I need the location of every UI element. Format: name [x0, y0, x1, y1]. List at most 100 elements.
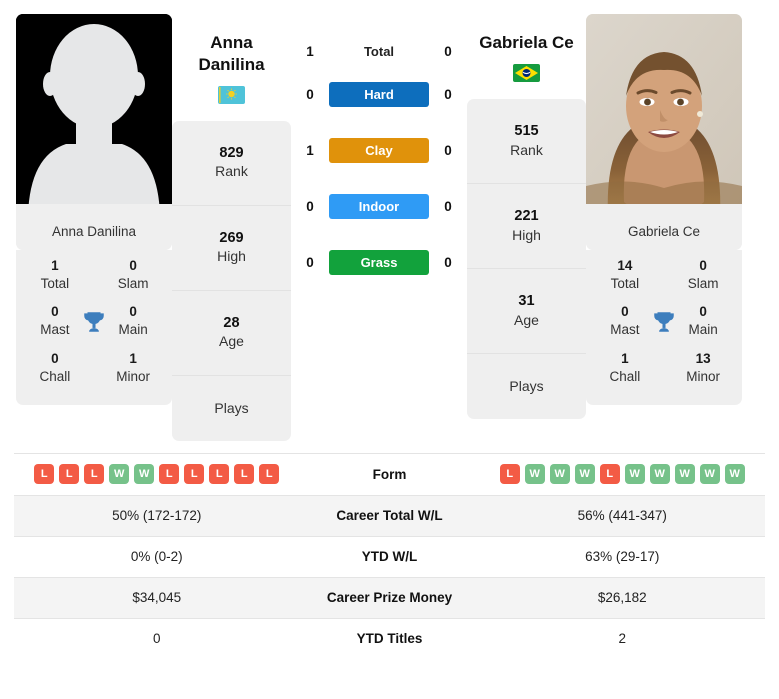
name-rank-column-right: Gabriela Ce 515 Rank 221 High 31 Age Pla… [467, 14, 586, 419]
form-badge-right-3: W [574, 464, 595, 484]
h2h-clay-button[interactable]: Clay [329, 137, 429, 163]
titles-main-left: 0 Main [108, 304, 158, 338]
rank-label-right: Rank [510, 141, 543, 158]
form-badge-left-5: L [159, 464, 180, 484]
titles-mast-right: 0 Mast [600, 304, 650, 338]
form-badge-right-6: W [649, 464, 670, 484]
career-total-wl-left: 50% (172-172) [112, 508, 202, 523]
titles-grid-right: 14 Total 0 Slam 0 Mast 0 Main 1 Chall 13… [586, 250, 742, 406]
trophy-icon [650, 309, 679, 335]
form-badge-right-1: W [524, 464, 545, 484]
h2h-row-grass: 0 Grass 0 [291, 234, 467, 290]
player-comparison-page: Anna Danilina 1 Total 0 Slam 0 Mast 0 Ma… [0, 0, 779, 699]
rank-card-right: 515 Rank 221 High 31 Age Plays [467, 98, 586, 419]
titles-total-value-right: 14 [617, 258, 633, 273]
age-cell-left: 28 Age [172, 291, 291, 376]
titles-total-label-right: Total [610, 275, 640, 291]
h2h-hard-left-score: 0 [306, 86, 314, 102]
titles-minor-right: 13 Minor [678, 351, 728, 385]
titles-minor-value-right: 13 [695, 350, 711, 366]
titles-grid-left: 1 Total 0 Slam 0 Mast 0 Main 0 Chall 1 M… [16, 250, 172, 406]
player-photo-caption-left: Anna Danilina [16, 215, 172, 250]
h2h-grass-right-score: 0 [444, 254, 452, 270]
form-badge-right-8: W [699, 464, 720, 484]
h2h-indoor-left-score: 0 [306, 198, 314, 214]
age-value-left: 28 [223, 314, 240, 331]
titles-slam-label-left: Slam [117, 275, 149, 291]
age-label-right: Age [514, 311, 539, 328]
player-first-name-left: Anna [210, 33, 253, 52]
h2h-indoor-right-score: 0 [444, 198, 452, 214]
kz-flag-icon [218, 85, 245, 104]
h2h-row-total: 1 Total 0 [291, 14, 467, 66]
h2h-total-left-score: 1 [306, 43, 314, 59]
titles-chall-value-left: 0 [51, 350, 59, 366]
career-prize-money-left: $34,045 [132, 590, 182, 605]
table-row-form: LLLWWLLLLL Form LWWWLWWWWW [14, 452, 765, 495]
plays-cell-left: Plays [172, 376, 291, 441]
rank-cell-right: 515 Rank [467, 99, 586, 184]
ytd-titles-right: 2 [618, 631, 626, 646]
form-badge-right-5: W [624, 464, 645, 484]
plays-label-right: Plays [509, 378, 544, 395]
titles-row-mast-main-left: 0 Mast 0 Main [22, 298, 166, 344]
form-badge-left-8: L [234, 464, 255, 484]
plays-cell-right: Plays [467, 354, 586, 419]
comparison-stats-table: LLLWWLLLLL Form LWWWLWWWWW 50% (172-172)… [0, 452, 779, 659]
h2h-row-indoor: 0 Indoor 0 [291, 178, 467, 234]
row-label-ytd-titles: YTD Titles [356, 631, 423, 646]
titles-slam-value-right: 0 [699, 258, 707, 273]
rank-label-left: Rank [215, 163, 248, 180]
comparison-header: Anna Danilina 1 Total 0 Slam 0 Mast 0 Ma… [0, 0, 779, 441]
form-badges-right: LWWWLWWWWW [499, 464, 745, 484]
ytd-wl-right: 63% (29-17) [585, 549, 660, 564]
player-photo-card-right: Gabriela Ce [586, 14, 742, 250]
player-last-name-left: Danilina [198, 54, 265, 74]
h2h-total-label: Total [363, 43, 395, 59]
rank-cell-left: 829 Rank [172, 121, 291, 206]
form-badge-right-0: L [499, 464, 520, 484]
table-row-career-prize-money: $34,045 Career Prize Money $26,182 [14, 576, 765, 618]
trophy-icon-glyph [654, 311, 674, 332]
titles-chall-right: 1 Chall [600, 351, 650, 385]
titles-mast-value-left: 0 [51, 304, 59, 320]
row-label-form: Form [372, 466, 407, 482]
player-photo-caption-right: Gabriela Ce [586, 215, 742, 250]
high-cell-right: 221 High [467, 184, 586, 269]
table-row-ytd-titles: 0 YTD Titles 2 [14, 617, 765, 659]
titles-row-total-slam-right: 14 Total 0 Slam [592, 252, 736, 298]
h2h-grass-button[interactable]: Grass [329, 249, 429, 275]
titles-mast-label-right: Mast [610, 322, 640, 338]
titles-main-label-left: Main [118, 322, 148, 338]
trophy-icon-glyph [84, 311, 104, 332]
form-badge-right-7: W [674, 464, 695, 484]
trophy-icon [80, 309, 109, 335]
career-prize-money-right: $26,182 [597, 590, 647, 605]
titles-total-right: 14 Total [600, 258, 650, 292]
h2h-row-clay: 1 Clay 0 [291, 122, 467, 178]
form-badge-left-6: L [184, 464, 205, 484]
titles-mast-left: 0 Mast [30, 304, 80, 338]
avatar-placeholder-icon [16, 14, 172, 215]
h2h-indoor-button[interactable]: Indoor [329, 193, 429, 219]
h2h-hard-button[interactable]: Hard [329, 81, 429, 107]
age-label-left: Age [219, 333, 244, 350]
row-label-ytd-wl: YTD W/L [361, 549, 418, 564]
form-badge-left-0: L [34, 464, 55, 484]
form-badge-left-2: L [84, 464, 105, 484]
titles-row-mast-main-right: 0 Mast 0 Main [592, 298, 736, 344]
form-badge-right-4: L [599, 464, 620, 484]
h2h-clay-right-score: 0 [444, 142, 452, 158]
titles-total-left: 1 Total [30, 258, 80, 292]
rank-card-left: 829 Rank 269 High 28 Age Plays [172, 120, 291, 441]
titles-total-label-left: Total [40, 275, 70, 291]
player-photo-left [16, 14, 172, 215]
high-cell-left: 269 High [172, 206, 291, 291]
titles-minor-label-left: Minor [116, 368, 151, 384]
titles-slam-value-left: 0 [129, 258, 137, 273]
player-photo-card-left: Anna Danilina [16, 14, 172, 250]
age-value-right: 31 [518, 292, 535, 309]
high-label-right: High [512, 226, 541, 243]
titles-minor-value-left: 1 [129, 350, 137, 366]
titles-main-label-right: Main [688, 322, 718, 338]
